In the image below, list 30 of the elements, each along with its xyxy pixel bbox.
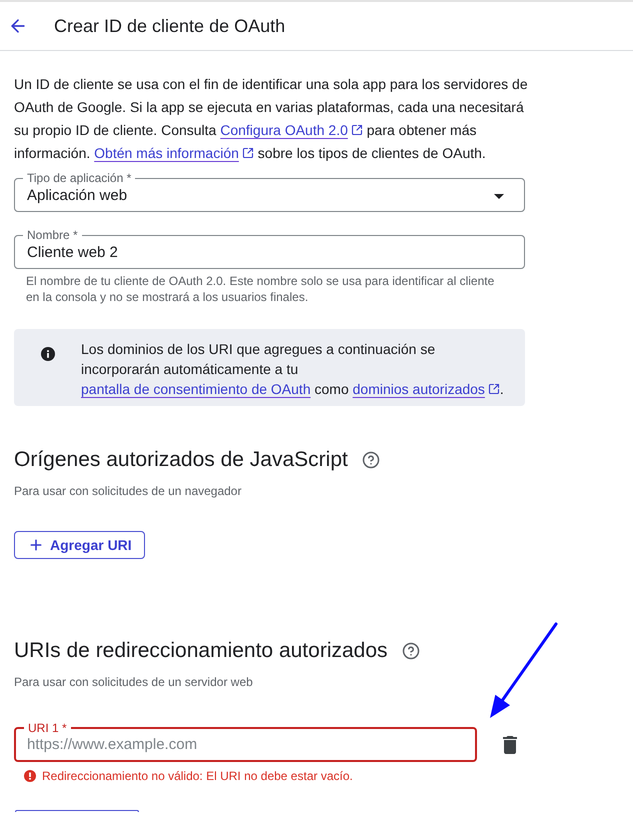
field-hint: El nombre de tu cliente de OAuth 2.0. Este nombre solo se usa para identificar al cliente en la consola y no se mostrará a los usuarios finales. [26,273,496,305]
section-subtitle: Para usar con solicitudes de un servidor web [14,674,254,690]
link[interactable]: dominios autorizados [352,381,500,397]
section-heading: Orígenes autorizados de JavaScript [14,447,348,473]
section-heading: URIs de redireccionamiento autorizados [14,638,388,664]
link[interactable]: Configura OAuth 2.0 [220,122,363,138]
help-icon[interactable] [402,642,420,660]
notice-text: Los dominios de los URI que agregues a continuación se incorporarán automáticamente a tu pantalla de consentimiento de OAuth como dominios autorizados . [81,340,505,399]
plus-icon [28,537,44,553]
info-icon [41,347,55,361]
field-label: Nombre * [26,228,79,242]
name-input[interactable]: Cliente web 2 [27,242,516,264]
delete-button[interactable] [503,736,517,754]
uri-input[interactable]: https://www.example.com [27,734,467,757]
add-uri-button[interactable]: Agregar URI [14,531,145,559]
help-icon[interactable] [362,451,380,469]
trash-icon [503,736,517,754]
field-label: URI 1 * [27,721,68,735]
link[interactable]: Obtén más información [94,145,254,161]
error-message: Redireccionamiento no válido: El URI no debe estar vacío. [42,768,353,784]
name-field[interactable]: Nombre * Cliente web 2 [14,228,525,269]
error-icon [24,770,36,782]
application-type-select[interactable]: Tipo de aplicación * Aplicación web [14,171,525,212]
link[interactable]: pantalla de consentimiento de OAuth [81,381,311,397]
section-subtitle: Para usar con solicitudes de un navegador [14,483,242,499]
page-title: Crear ID de cliente de OAuth [54,15,286,38]
dropdown-icon [494,194,504,198]
intro-paragraph: Un ID de cliente se usa con el fin de identificar una sola app para los servidores de OAuth de Google. Si la app se ejecuta en varias plataformas, cada una necesitará su propio ID de cliente. Consulta Configura OAuth 2.0 para obtener más información. Obtén más información sobre los tipos de clientes de OAuth. [14,75,529,163]
uri-field[interactable]: URI 1 * https://www.example.com [14,721,477,762]
field-label: Tipo de aplicación * [26,171,132,185]
